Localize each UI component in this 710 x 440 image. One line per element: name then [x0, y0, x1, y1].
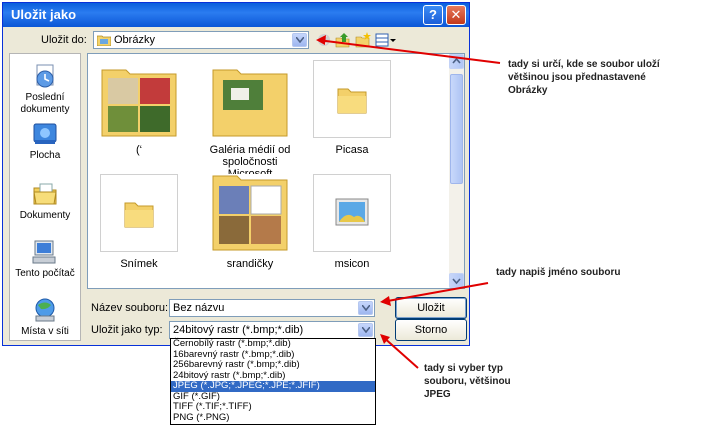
- annotation-arrow-save-location: [317, 39, 501, 64]
- annotation-line: většinou jsou přednastavené: [508, 72, 646, 83]
- annotation-save-location: tady si určí, kde se soubor uloží většin…: [508, 58, 660, 97]
- annotation-line: tady si vyber typ: [424, 363, 503, 374]
- annotation-line: souboru, většinou: [424, 376, 511, 387]
- annotation-line: tady si určí, kde se soubor uloží: [508, 59, 660, 70]
- annotation-line: Obrázky: [508, 85, 548, 96]
- annotation-arrow-filetype: [381, 335, 419, 369]
- annotation-arrowhead: [316, 35, 326, 45]
- annotation-filetype: tady si vyber typ souboru, většinou JPEG: [424, 362, 511, 401]
- annotation-arrow-filename: [381, 282, 489, 303]
- annotation-filename: tady napiš jméno souboru: [496, 266, 620, 279]
- annotation-line: JPEG: [424, 389, 451, 400]
- annotation-arrowhead: [380, 296, 391, 306]
- annotation-line: tady napiš jméno souboru: [496, 267, 621, 278]
